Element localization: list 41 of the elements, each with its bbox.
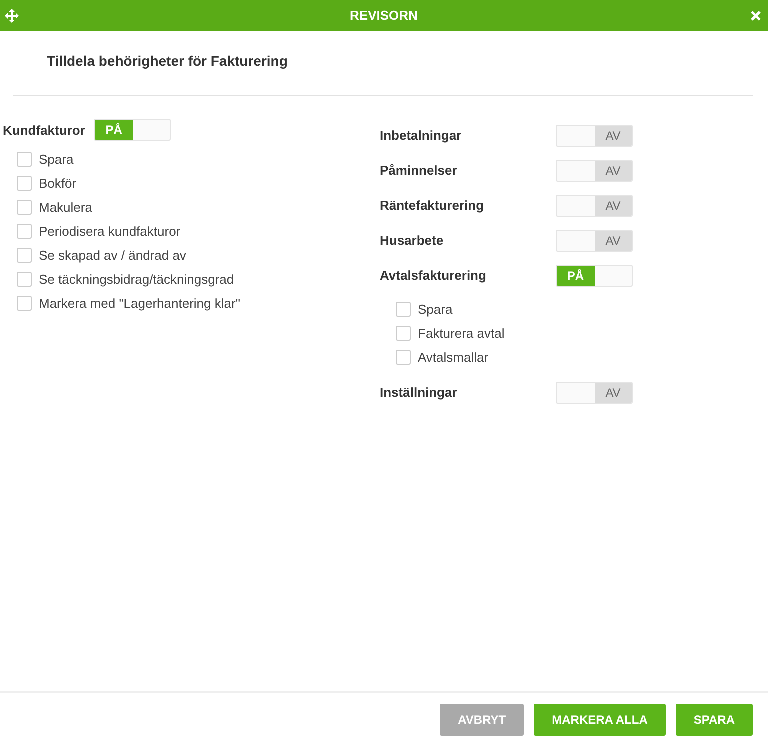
checkbox[interactable] [17,272,32,286]
dialog-heading: Tilldela behörigheter för Fakturering [47,53,289,69]
action-button[interactable]: SPARA [676,704,753,736]
checkbox[interactable] [17,296,32,310]
toggle-switch[interactable]: AV [556,160,633,182]
checkbox[interactable] [17,248,32,262]
cancel-button[interactable]: AVBRYT [440,704,524,736]
checkbox[interactable] [396,350,411,364]
toggle-switch[interactable]: PÅ [94,119,172,141]
checkbox-label: Periodisera kundfakturor [39,224,181,238]
checkbox-label: Avtalsmallar [418,350,489,364]
toggle-switch[interactable]: AV [556,382,633,404]
section-label: Kundfakturor [3,122,86,138]
close-icon[interactable] [751,10,761,20]
checkbox-label: Se skapad av / ändrad av [39,248,186,262]
section-label: Avtalsfakturering [380,268,486,283]
checkbox-label: Spara [418,302,453,316]
section-label: Inställningar [380,385,458,400]
checkbox[interactable] [17,176,32,190]
toggle-switch[interactable]: AV [556,194,633,216]
section-label: Räntefakturering [380,198,484,213]
action-button[interactable]: MARKERA ALLA [534,704,666,736]
checkbox[interactable] [396,302,411,316]
checkbox[interactable] [396,326,411,340]
checkbox[interactable] [17,200,32,214]
section-label: Inbetalningar [380,128,462,143]
checkbox-label: Markera med "Lagerhantering klar" [39,296,240,310]
checkbox-label: Se täckningsbidrag/täckningsgrad [39,272,234,286]
checkbox-label: Bokför [39,176,77,190]
checkbox[interactable] [17,152,32,166]
checkbox-label: Spara [39,152,74,166]
toggle-switch[interactable]: AV [556,124,633,146]
section-label: Husarbete [380,233,444,248]
toggle-switch[interactable]: PÅ [556,264,633,286]
checkbox-label: Makulera [39,200,92,214]
checkbox-label: Fakturera avtal [418,326,505,340]
window-title: REVISORN [350,8,418,23]
toggle-switch[interactable]: AV [556,230,633,252]
checkbox[interactable] [17,224,32,238]
move-icon[interactable] [5,8,19,22]
section-label: Påminnelser [380,163,458,178]
